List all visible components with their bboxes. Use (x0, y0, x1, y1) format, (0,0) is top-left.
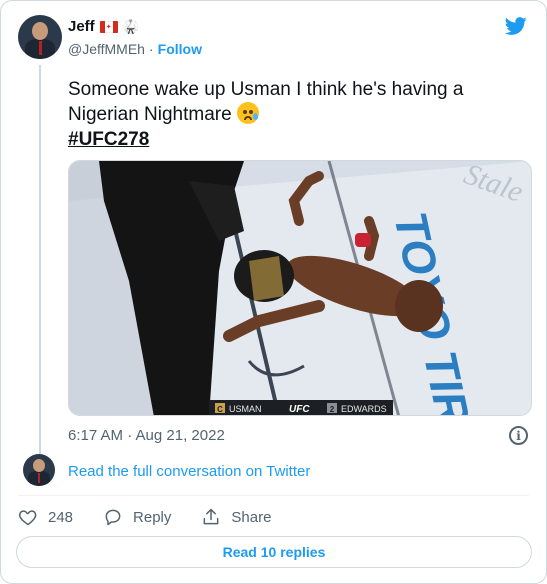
read-conversation-link[interactable]: Read the full conversation on Twitter (68, 463, 310, 480)
canada-flag-icon: ✦ (99, 20, 118, 33)
info-icon[interactable]: i (509, 426, 528, 445)
follow-button[interactable]: Follow (158, 41, 202, 57)
fight-photo: TOYO TIRES Stale C USMAN UFC 2 (69, 161, 531, 415)
left-fighter-name: USMAN (229, 404, 262, 414)
left-fighter-badge: C (217, 405, 223, 414)
reply-button[interactable]: Reply (103, 507, 171, 527)
hashtag-link[interactable]: #UFC278 (68, 127, 523, 152)
tweet-timestamp[interactable]: 6:17 AM · Aug 21, 2022 (68, 427, 225, 444)
read-replies-button[interactable]: Read 10 replies (16, 536, 532, 568)
karate-gi-icon: 🥋 (122, 18, 139, 34)
conversation-avatar[interactable] (23, 454, 55, 486)
separator-dot: · (148, 41, 154, 57)
crying-face-emoji (236, 102, 259, 124)
share-label: Share (231, 508, 272, 526)
reply-icon (105, 509, 121, 526)
right-fighter-badge: 2 (330, 405, 335, 414)
share-button[interactable]: Share (201, 507, 271, 527)
tweet-body: Someone wake up Usman I think he's havin… (68, 79, 464, 125)
author-name[interactable]: Jeff (68, 18, 95, 35)
author-avatar[interactable] (18, 15, 62, 59)
like-button[interactable]: 248 (18, 507, 73, 527)
divider (18, 495, 529, 496)
share-icon (203, 508, 219, 525)
action-bar: 248 Reply Share (18, 507, 301, 527)
tweet-text: Someone wake up Usman I think he's havin… (68, 77, 523, 152)
scoreboard: C USMAN UFC 2 EDWARDS (209, 400, 393, 415)
twitter-bird-icon[interactable] (503, 15, 529, 37)
author-handle-row: @JeffMMEh · Follow (68, 41, 202, 57)
like-count: 248 (48, 508, 74, 526)
right-fighter-name: EDWARDS (341, 404, 387, 414)
author-name-row[interactable]: Jeff ✦ 🥋 (68, 18, 139, 35)
reply-label: Reply (133, 508, 172, 526)
scoreboard-brand: UFC (289, 404, 310, 415)
heart-icon (18, 510, 37, 526)
author-handle[interactable]: @JeffMMEh (68, 41, 145, 57)
thread-line (39, 65, 41, 455)
tweet-card: Jeff ✦ 🥋 @JeffMMEh · Follow Someone wake… (0, 0, 547, 584)
tweet-media[interactable]: TOYO TIRES Stale C USMAN UFC 2 (68, 160, 532, 416)
